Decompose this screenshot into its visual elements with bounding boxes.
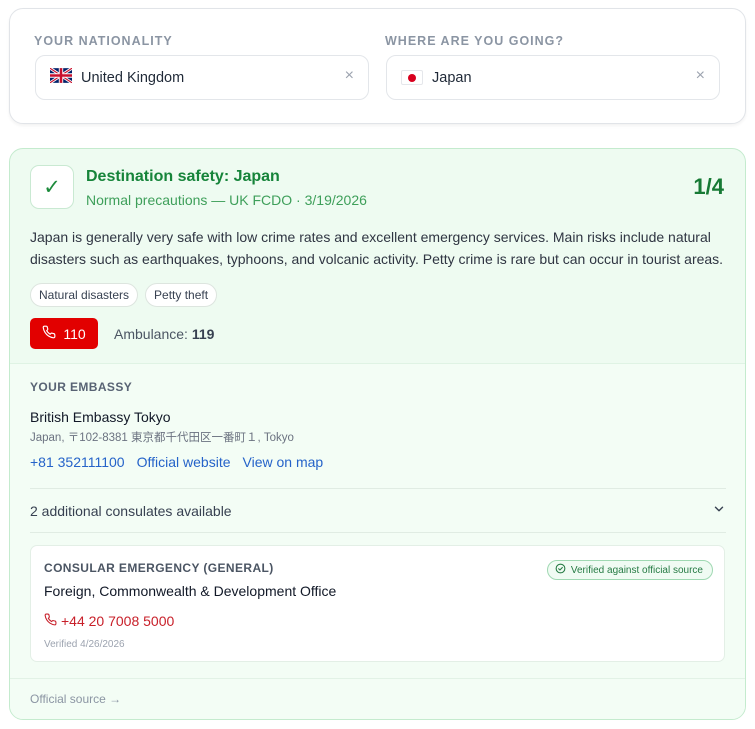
ambulance-info: Ambulance: 119 — [114, 326, 214, 342]
safety-summary: Japan is generally very safe with low cr… — [30, 229, 724, 267]
consular-organization: Foreign, Commonwealth & Development Offi… — [44, 583, 337, 599]
embassy-panel: YOUR EMBASSY British Embassy Tokyo Japan… — [10, 363, 745, 719]
divider — [10, 678, 745, 679]
safety-title: Destination safety: Japan — [86, 168, 280, 185]
divider — [30, 488, 726, 489]
embassy-map-link[interactable]: View on map — [243, 454, 324, 470]
risk-tags: Natural disasters Petty theft — [30, 283, 218, 307]
destination-safety-card: ✓ Destination safety: Japan Normal preca… — [9, 148, 746, 720]
nationality-value: United Kingdom — [81, 69, 185, 86]
destination-select[interactable]: Japan × — [386, 55, 720, 100]
verified-date: Verified 4/26/2026 — [44, 639, 125, 650]
phone-icon — [42, 325, 56, 342]
embassy-website-link[interactable]: Official website — [137, 454, 231, 470]
consular-phone-link[interactable]: +44 20 7008 5000 — [44, 613, 174, 629]
official-source-link[interactable]: Official source → — [30, 692, 121, 706]
clear-destination-icon[interactable]: × — [696, 67, 705, 85]
check-circle-icon — [555, 563, 566, 577]
japan-flag-icon — [401, 70, 423, 85]
clear-nationality-icon[interactable]: × — [345, 67, 354, 85]
nationality-label: YOUR NATIONALITY — [34, 34, 173, 48]
police-number: 110 — [63, 325, 86, 342]
safety-subtitle: Normal precautions — UK FCDO · 3/19/2026 — [86, 192, 367, 208]
destination-value: Japan — [432, 69, 472, 86]
embassy-name: British Embassy Tokyo — [30, 409, 171, 425]
uk-flag-icon — [49, 66, 73, 88]
consular-phone-number: +44 20 7008 5000 — [61, 613, 175, 629]
verified-badge-label: Verified against official source — [570, 564, 703, 576]
consulates-toggle[interactable]: 2 additional consulates available — [30, 503, 232, 519]
risk-tag: Natural disasters — [30, 283, 139, 307]
destination-label: WHERE ARE YOU GOING? — [385, 34, 565, 48]
risk-tag: Petty theft — [145, 283, 218, 307]
police-call-button[interactable]: 110 — [30, 318, 98, 349]
ambulance-label: Ambulance: — [114, 326, 188, 342]
nationality-select[interactable]: United Kingdom × — [35, 55, 369, 100]
verified-badge: Verified against official source — [546, 560, 713, 580]
ambulance-number: 119 — [191, 326, 215, 342]
embassy-links: +81 352111100 Official website View on m… — [30, 454, 323, 470]
risk-level: 1/4 — [693, 174, 724, 199]
travel-selector-card: YOUR NATIONALITY United Kingdom × WHERE … — [9, 8, 746, 124]
embassy-label: YOUR EMBASSY — [30, 380, 133, 394]
consular-emergency-label: CONSULAR EMERGENCY (GENERAL) — [44, 561, 274, 575]
chevron-down-icon[interactable] — [712, 502, 726, 521]
consular-emergency-card: CONSULAR EMERGENCY (GENERAL) Foreign, Co… — [30, 545, 725, 662]
embassy-phone-link[interactable]: +81 352111100 — [30, 454, 125, 470]
divider — [30, 532, 726, 533]
check-icon: ✓ — [30, 165, 74, 209]
embassy-address: Japan, 〒102-8381 東京都千代田区一番町１, Tokyo — [30, 432, 294, 444]
phone-icon — [44, 613, 57, 629]
